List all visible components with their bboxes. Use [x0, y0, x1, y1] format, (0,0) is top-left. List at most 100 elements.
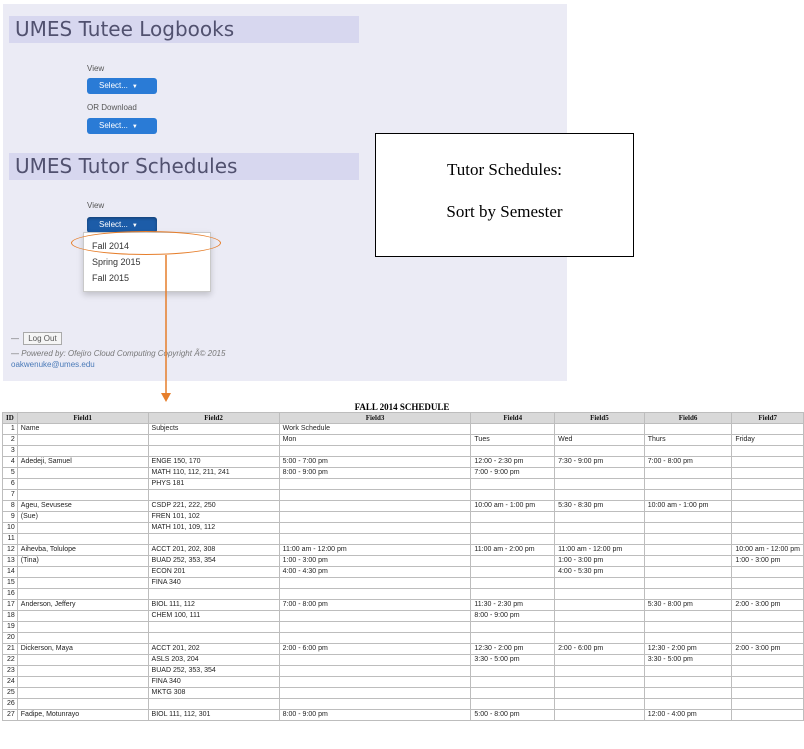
table-cell: Mon	[278, 434, 472, 446]
column-header: Field1	[16, 412, 149, 424]
table-cell	[731, 654, 804, 666]
table-cell: ASLS 203, 204	[147, 654, 280, 666]
table-cell	[278, 489, 472, 501]
table-cell	[731, 665, 804, 677]
row-id-cell: 14	[2, 566, 18, 578]
table-cell: 10:00 am - 1:00 pm	[643, 500, 733, 512]
logout-button[interactable]: Log Out	[23, 332, 62, 345]
schedule-table: ID Field1 Field2 Field3 Field4 Field5 Field6 Fi…	[2, 412, 804, 721]
table-cell	[278, 478, 472, 490]
table-cell	[554, 709, 645, 721]
table-row: 10 MATH 101, 109, 112	[2, 522, 804, 534]
table-cell: 12:00 - 4:00 pm	[643, 709, 733, 721]
table-cell: (Sue)	[16, 511, 149, 523]
table-cell	[470, 676, 556, 688]
table-cell: 8:00 - 9:00 pm	[278, 709, 472, 721]
logout-row: — Log Out	[11, 332, 62, 345]
semester-option-spring-2015[interactable]: Spring 2015	[84, 254, 210, 270]
row-id-cell: 19	[2, 621, 18, 633]
table-cell	[731, 533, 804, 545]
table-cell	[470, 423, 556, 435]
table-row: 9 (Sue) FREN 101, 102	[2, 511, 804, 523]
row-id-cell: 3	[2, 445, 18, 457]
table-cell: 11:00 am - 12:00 pm	[278, 544, 472, 556]
table-cell	[470, 632, 556, 644]
row-id-cell: 6	[2, 478, 18, 490]
table-cell	[643, 544, 733, 556]
logbooks-view-button[interactable]: Select... ▼	[87, 78, 157, 94]
table-cell: 2:00 - 3:00 pm	[731, 599, 804, 611]
table-cell	[643, 698, 733, 710]
table-row: 23 BUAD 252, 353, 354	[2, 665, 804, 677]
table-row: 20	[2, 632, 804, 644]
table-cell: 7:00 - 8:00 pm	[643, 456, 733, 468]
table-cell	[643, 665, 733, 677]
column-header: ID	[2, 412, 18, 424]
table-cell: (Tina)	[16, 555, 149, 567]
table-cell	[470, 621, 556, 633]
schedules-title: UMES Tutor Schedules	[9, 153, 359, 180]
table-cell: 8:00 - 9:00 pm	[278, 467, 472, 479]
table-cell	[554, 467, 645, 479]
table-cell: Wed	[554, 434, 645, 446]
table-cell	[554, 654, 645, 666]
row-id-cell: 26	[2, 698, 18, 710]
table-cell	[470, 577, 556, 589]
table-cell	[731, 489, 804, 501]
table-cell	[554, 632, 645, 644]
table-cell	[554, 478, 645, 490]
table-cell	[731, 423, 804, 435]
table-cell: 1:00 - 3:00 pm	[731, 555, 804, 567]
table-cell	[16, 665, 149, 677]
table-cell	[278, 698, 472, 710]
table-row: 18 CHEM 100, 111 8:00 - 9:00 pm	[2, 610, 804, 622]
table-row: 26	[2, 698, 804, 710]
table-cell	[554, 511, 645, 523]
table-cell	[643, 621, 733, 633]
table-cell: ACCT 201, 202, 308	[147, 544, 280, 556]
table-cell	[731, 500, 804, 512]
table-cell: FINA 340	[147, 577, 280, 589]
row-id-cell: 7	[2, 489, 18, 501]
table-cell	[470, 445, 556, 457]
table-cell	[643, 522, 733, 534]
table-row: 14 ECON 201 4:00 - 4:30 pm 4:00 - 5:30 pm	[2, 566, 804, 578]
table-cell: 5:30 - 8:30 pm	[554, 500, 645, 512]
table-cell	[554, 423, 645, 435]
contact-email-link[interactable]: oakwenuke@umes.edu	[11, 360, 95, 369]
table-cell	[470, 511, 556, 523]
table-cell	[16, 522, 149, 534]
table-cell	[470, 478, 556, 490]
table-cell: 2:00 - 6:00 pm	[278, 643, 472, 655]
table-cell: 7:00 - 9:00 pm	[470, 467, 556, 479]
row-id-cell: 12	[2, 544, 18, 556]
table-header-row: ID Field1 Field2 Field3 Field4 Field5 Field6 Fi…	[2, 412, 804, 424]
arrow-down-icon	[161, 255, 171, 402]
logbooks-download-button[interactable]: Select... ▼	[87, 118, 157, 134]
column-header: Field2	[147, 412, 280, 424]
table-cell	[16, 687, 149, 699]
table-row: 12 Aihevba, Tolulope ACCT 201, 202, 308 11:…	[2, 544, 804, 556]
table-cell	[643, 610, 733, 622]
table-cell: Work Schedule	[278, 423, 472, 435]
table-row: 17 Anderson, Jeffery BIOL 111, 112 7:00 - 8…	[2, 599, 804, 611]
caret-down-icon: ▼	[131, 124, 138, 130]
semester-option-fall-2015[interactable]: Fall 2015	[84, 270, 210, 286]
highlight-oval	[71, 231, 221, 255]
row-id-cell: 4	[2, 456, 18, 468]
table-cell	[147, 632, 280, 644]
table-cell: 11:00 am - 12:00 pm	[554, 544, 645, 556]
table-cell: 12:30 - 2:00 pm	[470, 643, 556, 655]
table-cell	[470, 698, 556, 710]
table-row: 21 Dickerson, Maya ACCT 201, 202 2:00 - 6:0…	[2, 643, 804, 655]
table-cell	[731, 588, 804, 600]
table-cell: Name	[16, 423, 149, 435]
table-cell: Ageu, Sevusese	[16, 500, 149, 512]
table-row: 4 Adedeji, Samuel ENGE 150, 170 5:00 - 7:00…	[2, 456, 804, 468]
logbooks-view-button-label: Select...	[99, 81, 128, 90]
table-cell	[731, 566, 804, 578]
table-cell	[16, 445, 149, 457]
table-cell	[16, 632, 149, 644]
table-cell	[554, 599, 645, 611]
table-cell	[554, 676, 645, 688]
